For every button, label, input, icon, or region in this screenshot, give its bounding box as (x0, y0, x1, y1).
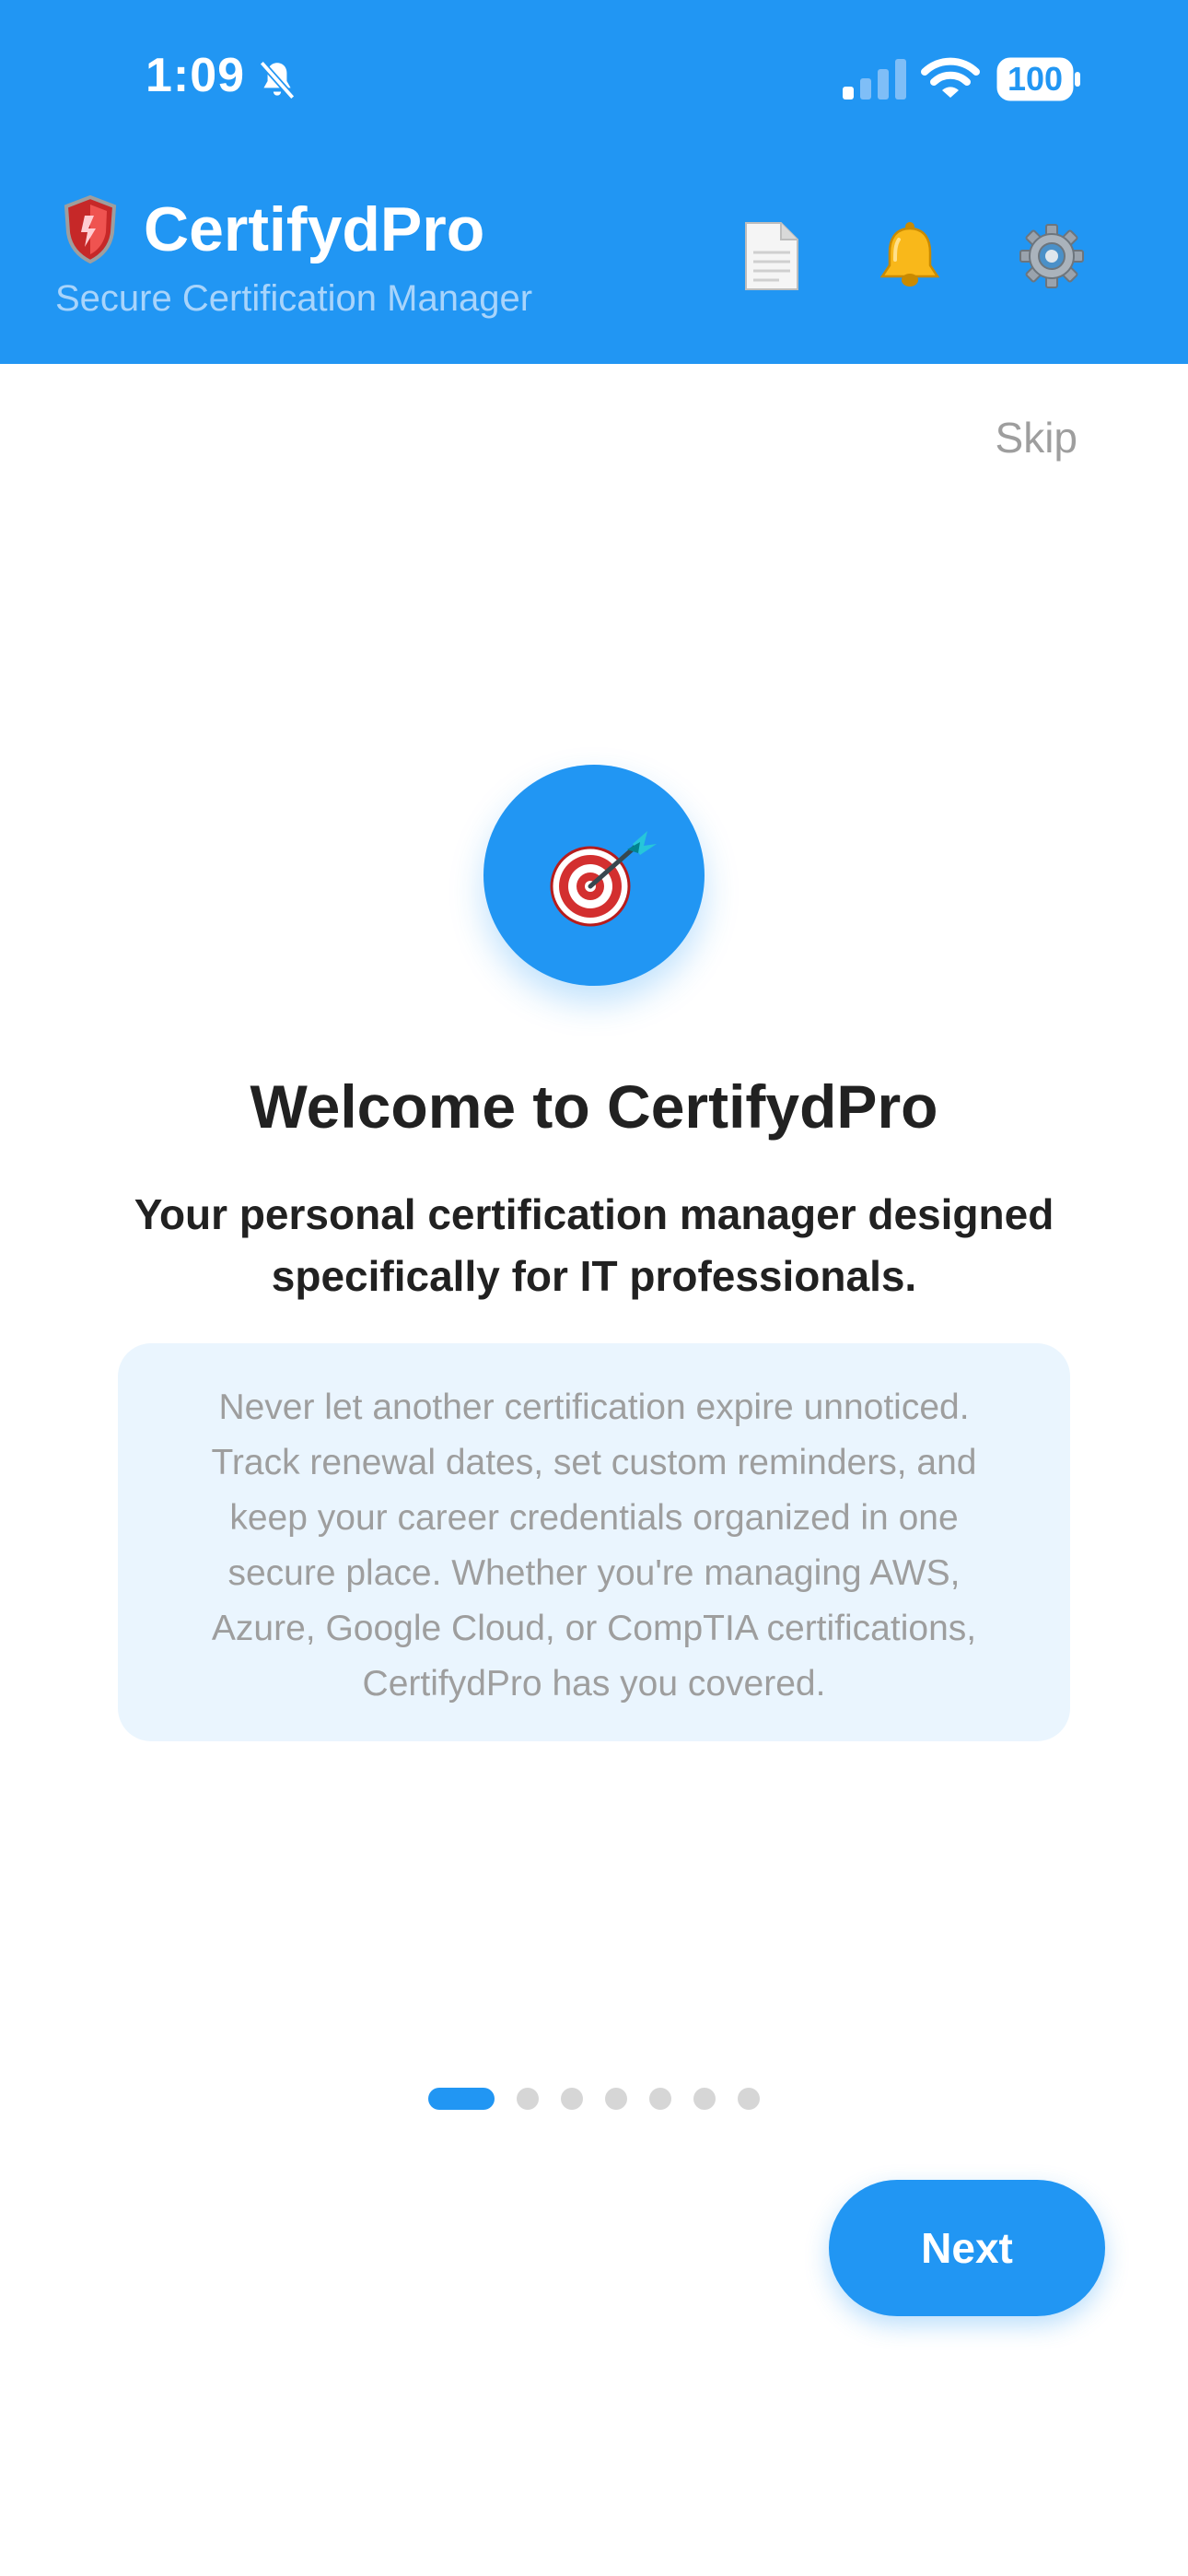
next-button[interactable]: Next (829, 2180, 1105, 2316)
wifi-icon (921, 57, 980, 98)
battery-level: 100 (1007, 60, 1064, 98)
app-subtitle: Secure Certification Manager (55, 278, 533, 319)
onboarding-screen: 1:09 100 CertifydPro Secure Certificatio… (0, 0, 1188, 2576)
welcome-subtitle: Your personal certification manager desi… (134, 1190, 1054, 1300)
app-header: 1:09 100 CertifydPro Secure Certificatio… (0, 0, 1188, 364)
page-dot[interactable] (561, 2088, 583, 2110)
page-dot[interactable] (605, 2088, 627, 2110)
page-dot[interactable] (649, 2088, 671, 2110)
welcome-title: Welcome to CertifydPro (250, 1072, 938, 1141)
cellular-signal-icon (843, 59, 906, 100)
document-icon[interactable] (737, 219, 807, 293)
description-text: Never let another certification expire u… (211, 1388, 977, 1704)
status-time: 1:09 (146, 49, 246, 102)
page-dot-active[interactable] (428, 2088, 495, 2110)
gear-icon[interactable] (1017, 219, 1087, 293)
bell-icon[interactable] (875, 219, 945, 293)
skip-button[interactable]: Skip (921, 413, 1077, 463)
dart-target-icon (550, 831, 657, 927)
description-card: Never let another certification expire u… (118, 1343, 1070, 1741)
hero-badge (483, 765, 705, 986)
page-indicator (428, 2088, 782, 2110)
shield-icon (64, 195, 117, 263)
bell-slash-icon (259, 60, 296, 100)
app-title: CertifydPro (144, 194, 485, 264)
page-dot[interactable] (738, 2088, 760, 2110)
page-dot[interactable] (517, 2088, 539, 2110)
page-dot[interactable] (693, 2088, 716, 2110)
